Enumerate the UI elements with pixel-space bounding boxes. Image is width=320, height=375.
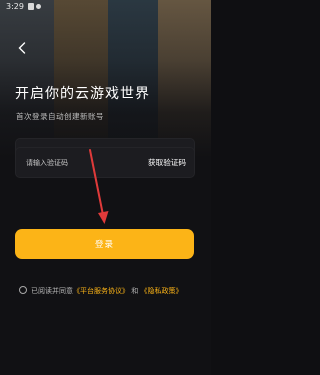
annotation-arrow: [89, 149, 109, 224]
